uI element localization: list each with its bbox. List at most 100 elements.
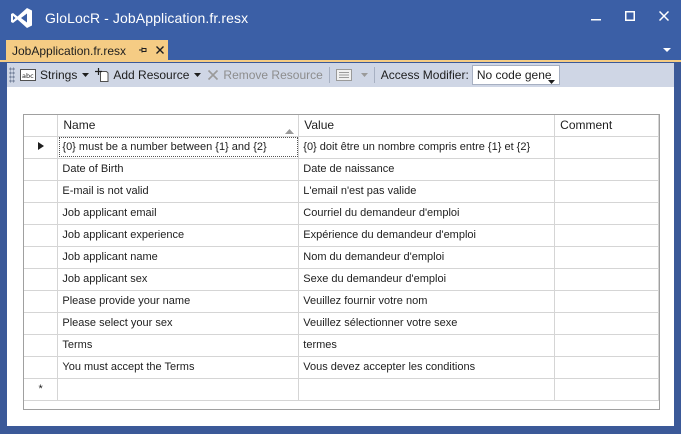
- table-row[interactable]: {0} must be a number between {1} and {2}…: [24, 135, 659, 159]
- cell-name[interactable]: {0} must be a number between {1} and {2}: [57, 135, 300, 159]
- add-resource-label: Add Resource: [113, 68, 190, 82]
- cell-value[interactable]: L'email n'est pas valide: [298, 179, 556, 203]
- row-header[interactable]: [24, 179, 59, 203]
- new-cell-name[interactable]: [57, 377, 300, 401]
- cell-name[interactable]: Date of Birth: [57, 157, 300, 181]
- row-header[interactable]: [24, 355, 59, 379]
- cell-name[interactable]: Job applicant email: [57, 201, 300, 225]
- views-icon: [335, 69, 352, 81]
- row-header[interactable]: [24, 201, 59, 225]
- cell-comment[interactable]: [554, 333, 659, 357]
- column-header-name[interactable]: Name: [57, 115, 300, 137]
- cell-value[interactable]: Date de naissance: [298, 157, 556, 181]
- document-tab-strip: JobApplication.fr.resx: [0, 36, 681, 62]
- title-bar: GloLocR - JobApplication.fr.resx: [0, 0, 681, 36]
- new-cell-comment[interactable]: [554, 377, 659, 401]
- visual-studio-icon: [10, 7, 34, 29]
- add-resource-button[interactable]: Add Resource: [92, 65, 204, 85]
- cell-name[interactable]: Job applicant sex: [57, 267, 300, 291]
- row-header[interactable]: [24, 157, 59, 181]
- chevron-down-icon: [82, 73, 90, 77]
- window-title: GloLocR - JobApplication.fr.resx: [45, 10, 249, 26]
- resource-toolbar: abc Strings Add Resource Remove Resource…: [7, 63, 674, 87]
- table-row[interactable]: Job applicant experience Expérience du d…: [24, 223, 659, 247]
- cell-value[interactable]: Veuillez fournir votre nom: [298, 289, 556, 313]
- toolbar-separator: [373, 67, 375, 83]
- tab-label: JobApplication.fr.resx: [12, 44, 127, 58]
- row-header[interactable]: [24, 135, 59, 159]
- cell-comment[interactable]: [554, 245, 659, 269]
- cell-comment[interactable]: [554, 223, 659, 247]
- row-header[interactable]: [24, 289, 59, 313]
- cell-value[interactable]: Courriel du demandeur d'emploi: [298, 201, 556, 225]
- strings-dropdown-button[interactable]: abc Strings: [17, 65, 92, 85]
- maximize-button[interactable]: [613, 0, 647, 32]
- table-row[interactable]: E-mail is not valid L'email n'est pas va…: [24, 179, 659, 203]
- resource-grid[interactable]: Name Value Comment {0} must be a number …: [23, 114, 660, 410]
- table-row[interactable]: Please provide your name Veuillez fourni…: [24, 289, 659, 313]
- row-header[interactable]: [24, 223, 59, 247]
- cell-value[interactable]: termes: [298, 333, 556, 357]
- cell-value[interactable]: Expérience du demandeur d'emploi: [298, 223, 556, 247]
- remove-resource-label: Remove Resource: [223, 68, 323, 82]
- cell-value[interactable]: Sexe du demandeur d'emploi: [298, 267, 556, 291]
- cell-comment[interactable]: [554, 157, 659, 181]
- tab-jobapplication-fr-resx[interactable]: JobApplication.fr.resx: [6, 40, 168, 62]
- tab-list-dropdown-icon[interactable]: [661, 44, 673, 56]
- table-row[interactable]: Job applicant email Courriel du demandeu…: [24, 201, 659, 225]
- chevron-down-icon: [547, 73, 555, 84]
- access-modifier-select[interactable]: No code gene: [471, 65, 560, 85]
- cell-comment[interactable]: [554, 289, 659, 313]
- chevron-down-icon: [194, 73, 202, 77]
- new-row-header[interactable]: *: [24, 377, 59, 401]
- row-header[interactable]: [24, 267, 59, 291]
- cell-value[interactable]: Nom du demandeur d'emploi: [298, 245, 556, 269]
- cell-value[interactable]: Veuillez sélectionner votre sexe: [298, 311, 556, 335]
- pin-icon[interactable]: [136, 43, 150, 57]
- column-header-value[interactable]: Value: [298, 115, 556, 137]
- cell-comment[interactable]: [554, 201, 659, 225]
- column-header-comment[interactable]: Comment: [554, 115, 659, 137]
- access-modifier-label: Access Modifier:: [378, 65, 472, 85]
- minimize-button[interactable]: [579, 0, 613, 32]
- svg-text:abc: abc: [22, 72, 34, 80]
- row-header[interactable]: [24, 245, 59, 269]
- close-tab-icon[interactable]: [153, 43, 167, 57]
- cell-name[interactable]: Job applicant name: [57, 245, 300, 269]
- add-resource-icon: [95, 68, 109, 82]
- access-modifier-value: No code gene: [476, 68, 552, 82]
- table-row[interactable]: Date of Birth Date de naissance: [24, 157, 659, 181]
- cell-comment[interactable]: [554, 179, 659, 203]
- cell-value[interactable]: Vous devez accepter les conditions: [298, 355, 556, 379]
- remove-resource-button[interactable]: Remove Resource: [204, 65, 325, 85]
- new-row[interactable]: *: [24, 377, 659, 401]
- cell-comment[interactable]: [554, 355, 659, 379]
- toolbar-separator: [328, 67, 330, 83]
- table-row[interactable]: Please select your sex Veuillez sélectio…: [24, 311, 659, 335]
- table-row[interactable]: Job applicant name Nom du demandeur d'em…: [24, 245, 659, 269]
- row-header-corner[interactable]: [24, 115, 59, 137]
- cell-name[interactable]: You must accept the Terms: [57, 355, 300, 379]
- resource-editor-pane: Name Value Comment {0} must be a number …: [7, 87, 674, 426]
- row-header[interactable]: [24, 333, 59, 357]
- cell-comment[interactable]: [554, 267, 659, 291]
- table-row[interactable]: Job applicant sex Sexe du demandeur d'em…: [24, 267, 659, 291]
- cell-name[interactable]: E-mail is not valid: [57, 179, 300, 203]
- row-header[interactable]: [24, 311, 59, 335]
- header-row: Name Value Comment: [24, 115, 659, 137]
- cell-name[interactable]: Please provide your name: [57, 289, 300, 313]
- remove-x-icon: [207, 69, 219, 81]
- cell-name[interactable]: Job applicant experience: [57, 223, 300, 247]
- views-dropdown-button[interactable]: [333, 65, 371, 85]
- new-cell-value[interactable]: [298, 377, 556, 401]
- table-row[interactable]: You must accept the Terms Vous devez acc…: [24, 355, 659, 379]
- close-button[interactable]: [647, 0, 681, 32]
- cell-comment[interactable]: [554, 135, 659, 159]
- table-row[interactable]: Terms termes: [24, 333, 659, 357]
- column-header-comment-label: Comment: [560, 118, 613, 133]
- cell-value[interactable]: {0} doit être un nombre compris entre {1…: [298, 135, 556, 159]
- cell-name[interactable]: Please select your sex: [57, 311, 300, 335]
- toolbar-grip[interactable]: [9, 67, 15, 83]
- cell-name[interactable]: Terms: [57, 333, 300, 357]
- cell-comment[interactable]: [554, 311, 659, 335]
